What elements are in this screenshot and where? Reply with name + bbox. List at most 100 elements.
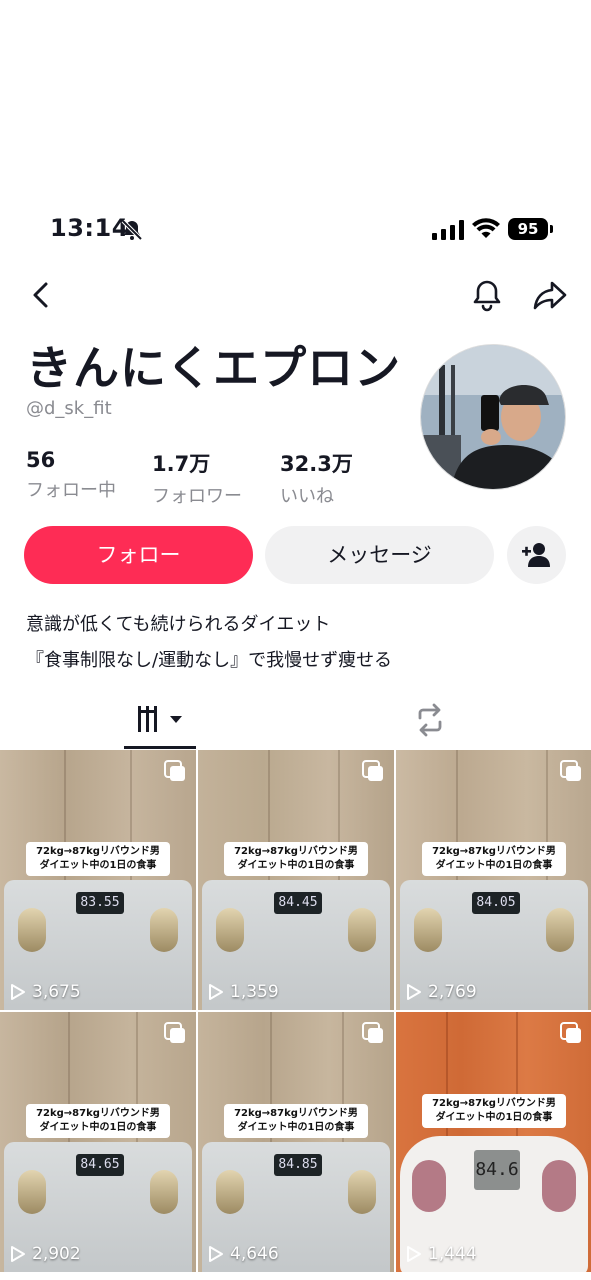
scale-pad: [216, 908, 244, 952]
bio-line-1: 意識が低くても続けられるダイエット: [26, 614, 331, 635]
scale-pad: [412, 1160, 446, 1212]
status-time: 13:14: [50, 214, 129, 242]
caption-line-1: 72kg→87kgリバウンド男: [432, 846, 556, 857]
play-icon: [11, 1246, 25, 1262]
video-caption: 72kg→87kgリバウンド男 ダイエット中の1日の食事: [26, 1104, 170, 1138]
view-count-value: 2,769: [428, 982, 477, 1002]
follow-button[interactable]: フォロー: [24, 526, 253, 584]
multi-photo-icon: [164, 1022, 185, 1043]
stat-followers[interactable]: 1.7万 フォロワー: [152, 448, 242, 508]
stat-likes[interactable]: 32.3万 いいね: [280, 448, 353, 508]
caption-line-1: 72kg→87kgリバウンド男: [36, 1108, 160, 1119]
avatar-photo: [421, 345, 565, 489]
multi-photo-icon: [560, 1022, 581, 1043]
stat-following[interactable]: 56 フォロー中: [26, 448, 116, 502]
video-caption: 72kg→87kgリバウンド男 ダイエット中の1日の食事: [224, 842, 368, 876]
multi-photo-icon: [362, 1022, 383, 1043]
share-arrow-icon[interactable]: [532, 278, 568, 312]
view-count-value: 1,359: [230, 982, 279, 1002]
caption-line-2: ダイエット中の1日の食事: [39, 1122, 157, 1133]
bell-off-icon: [121, 219, 143, 241]
battery-indicator: 95: [508, 218, 548, 240]
following-count: 56: [26, 448, 56, 472]
tab-videos[interactable]: [124, 700, 196, 748]
play-icon: [209, 984, 223, 1000]
bio-line-2: 『食事制限なし/運動なし』で我慢せず痩せる: [26, 650, 393, 671]
scale-pad: [348, 908, 376, 952]
scale-pad: [546, 908, 574, 952]
scale-display: 84.65: [76, 1154, 124, 1176]
view-count: 2,902: [10, 1244, 81, 1264]
play-icon: [209, 1246, 223, 1262]
scale-display: 83.55: [76, 892, 124, 914]
view-count-value: 3,675: [32, 982, 81, 1002]
view-count-value: 2,902: [32, 1244, 81, 1264]
scale-pad: [348, 1170, 376, 1214]
play-icon: [407, 984, 421, 1000]
caption-line-2: ダイエット中の1日の食事: [237, 1122, 355, 1133]
battery-tip: [550, 225, 553, 233]
video-tile[interactable]: 72kg→87kgリバウンド男 ダイエット中の1日の食事 84.05 2,769: [396, 750, 591, 1010]
wifi-icon: [472, 218, 500, 238]
play-icon: [407, 1246, 421, 1262]
cellular-signal-icon: [432, 220, 464, 240]
scale-pad: [18, 908, 46, 952]
profile-display-name: きんにくエプロン: [26, 341, 402, 395]
caption-line-1: 72kg→87kgリバウンド男: [234, 1108, 358, 1119]
video-tile[interactable]: 72kg→87kgリバウンド男 ダイエット中の1日の食事 84.65 2,902: [0, 1012, 196, 1272]
scale-pad: [414, 908, 442, 952]
video-tile[interactable]: 72kg→87kgリバウンド男 ダイエット中の1日の食事 84.6 1,444: [396, 1012, 591, 1272]
video-tile[interactable]: 72kg→87kgリバウンド男 ダイエット中の1日の食事 83.55 3,675: [0, 750, 196, 1010]
view-count-value: 4,646: [230, 1244, 279, 1264]
scale-display: 84.05: [472, 892, 520, 914]
caption-line-2: ダイエット中の1日の食事: [435, 860, 553, 871]
scale-pad: [18, 1170, 46, 1214]
status-bar: 13:14 95: [0, 212, 591, 248]
scale-pad: [150, 1170, 178, 1214]
repost-icon[interactable]: [412, 702, 448, 738]
scale-display: 84.45: [274, 892, 322, 914]
multi-photo-icon: [560, 760, 581, 781]
view-count: 1,359: [208, 982, 279, 1002]
scale-display: 84.85: [274, 1154, 322, 1176]
view-count: 2,769: [406, 982, 477, 1002]
caption-line-1: 72kg→87kgリバウンド男: [36, 846, 160, 857]
multi-photo-icon: [362, 760, 383, 781]
chevron-down-icon: [170, 716, 182, 723]
video-tile[interactable]: 72kg→87kgリバウンド男 ダイエット中の1日の食事 84.85 4,646: [198, 1012, 394, 1272]
likes-count: 32.3万: [280, 452, 353, 476]
caption-line-2: ダイエット中の1日の食事: [435, 1112, 553, 1123]
add-friend-button[interactable]: [507, 526, 566, 584]
video-caption: 72kg→87kgリバウンド男 ダイエット中の1日の食事: [224, 1104, 368, 1138]
caption-line-1: 72kg→87kgリバウンド男: [432, 1098, 556, 1109]
view-count-value: 1,444: [428, 1244, 477, 1264]
likes-label: いいね: [280, 486, 334, 507]
scale-display: 84.6: [474, 1150, 520, 1190]
followers-count: 1.7万: [152, 452, 211, 476]
video-tile[interactable]: 72kg→87kgリバウンド男 ダイエット中の1日の食事 84.45 1,359: [198, 750, 394, 1010]
notification-bell-icon[interactable]: [470, 278, 504, 312]
view-count: 4,646: [208, 1244, 279, 1264]
video-grid-icon: [138, 706, 182, 732]
message-button[interactable]: メッセージ: [265, 526, 494, 584]
video-caption: 72kg→87kgリバウンド男 ダイエット中の1日の食事: [422, 1094, 566, 1128]
caption-line-2: ダイエット中の1日の食事: [237, 860, 355, 871]
following-label: フォロー中: [26, 480, 116, 501]
caption-line-2: ダイエット中の1日の食事: [39, 860, 157, 871]
video-caption: 72kg→87kgリバウンド男 ダイエット中の1日の食事: [26, 842, 170, 876]
profile-username: @d_sk_fit: [26, 398, 112, 419]
video-caption: 72kg→87kgリバウンド男 ダイエット中の1日の食事: [422, 842, 566, 876]
view-count: 1,444: [406, 1244, 477, 1264]
multi-photo-icon: [164, 760, 185, 781]
add-user-icon: [521, 543, 550, 567]
active-tab-indicator: [124, 746, 196, 749]
scale-pad: [150, 908, 178, 952]
avatar[interactable]: [420, 344, 566, 490]
view-count: 3,675: [10, 982, 81, 1002]
video-grid: 72kg→87kgリバウンド男 ダイエット中の1日の食事 83.55 3,675…: [0, 750, 591, 1280]
back-arrow-icon[interactable]: [26, 280, 56, 310]
followers-label: フォロワー: [152, 486, 242, 507]
play-icon: [11, 984, 25, 1000]
scale-pad: [216, 1170, 244, 1214]
caption-line-1: 72kg→87kgリバウンド男: [234, 846, 358, 857]
